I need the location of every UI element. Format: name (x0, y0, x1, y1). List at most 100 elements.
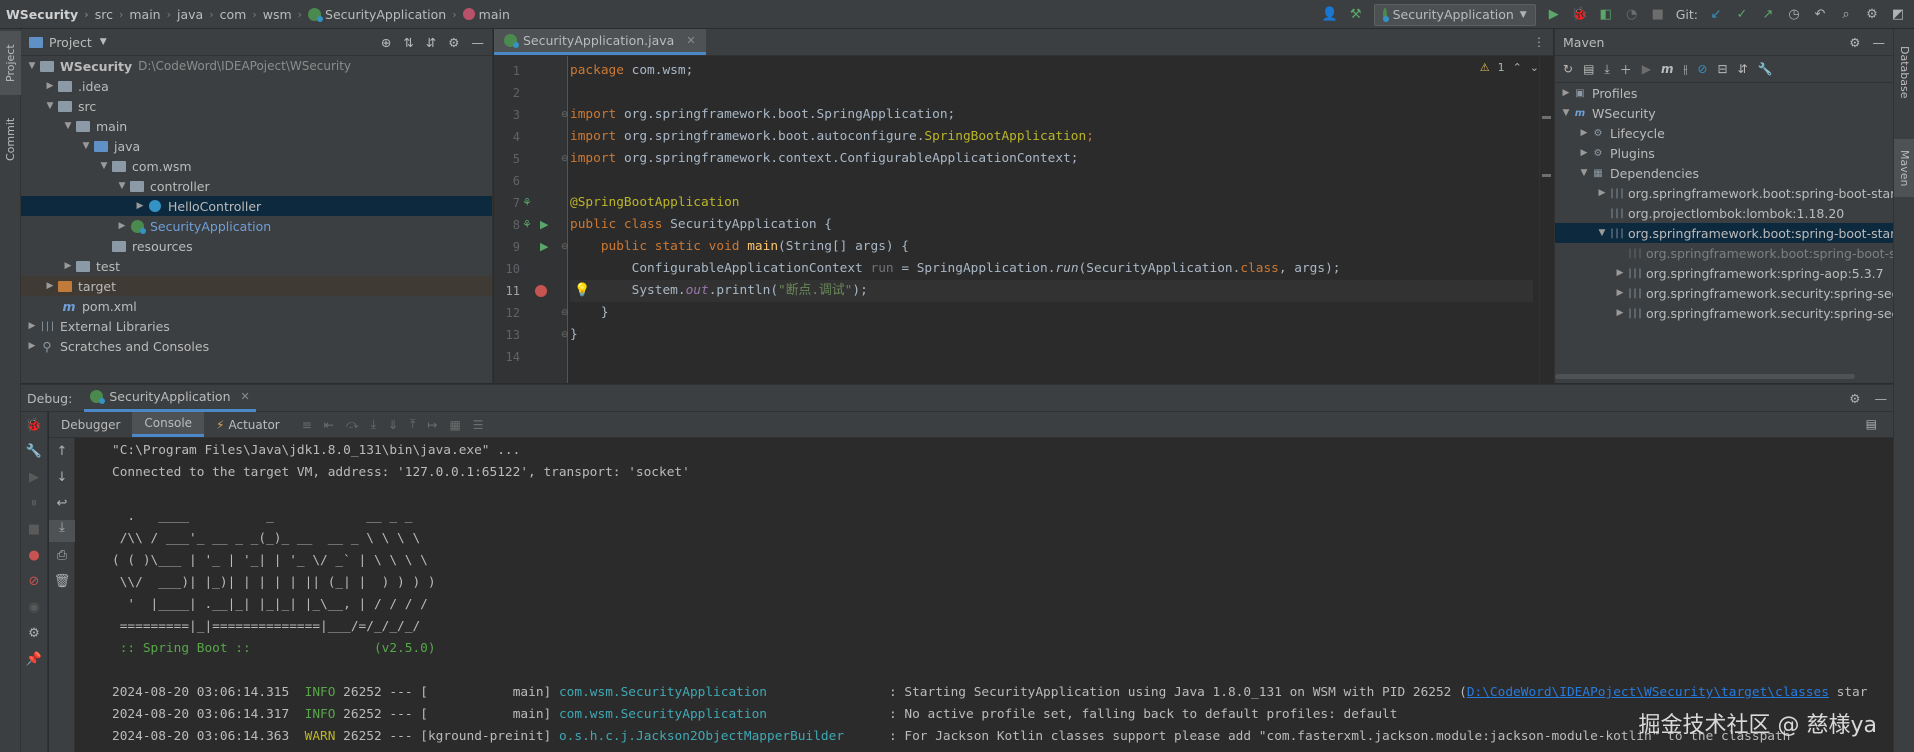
tree-node-hello-controller[interactable]: ▶ HelloController (21, 196, 492, 216)
fold-icon[interactable]: ⊖ (561, 104, 569, 126)
generate-sources-icon[interactable]: ▤ (1583, 62, 1594, 76)
maven-dependency[interactable]: ▶ ||| org.springframework:spring-aop:5.3.7 (1555, 263, 1893, 283)
arrow-up-icon[interactable]: ↑ (49, 444, 75, 459)
run-gutter-icon[interactable]: ▶ (540, 214, 548, 236)
maven-goal-icon[interactable]: m (1661, 62, 1674, 76)
step-over-icon[interactable]: ⤼ (346, 417, 359, 432)
reload-icon[interactable]: ↻ (1563, 62, 1573, 76)
debug-icon[interactable]: 🐞 (1572, 7, 1588, 23)
maven-dependency[interactable]: ▶ ||| org.springframework.security:spring-… (1555, 283, 1893, 303)
tree-node-idea[interactable]: ▶ .idea (21, 76, 492, 96)
hide-icon[interactable]: — (472, 35, 485, 50)
show-execution-point-icon[interactable]: ⇤ (324, 418, 334, 432)
tree-node-external-libraries[interactable]: ▶ ||| External Libraries (21, 316, 492, 336)
evaluate-icon[interactable]: ▦ (449, 418, 460, 432)
locate-icon[interactable]: ⊕ (381, 35, 391, 50)
breakpoint-icon[interactable] (535, 285, 547, 297)
tree-node-project-root[interactable]: ▼ WSecurity D:\CodeWord\IDEAPoject\WSecu… (21, 56, 492, 76)
run-icon[interactable]: ▶ (1642, 62, 1651, 76)
lightbulb-icon[interactable]: 💡 (574, 283, 590, 298)
show-dependencies-icon[interactable]: ⊟ (1717, 62, 1727, 76)
tree-node-src[interactable]: ▼ src (21, 96, 492, 116)
collapse-all-icon[interactable]: ⇵ (1738, 62, 1748, 76)
expand-all-icon[interactable]: ⇅ (403, 35, 413, 50)
maven-node-dependencies[interactable]: ▼ ▦ Dependencies (1555, 163, 1893, 183)
stop-icon[interactable]: ■ (21, 522, 47, 537)
close-icon[interactable]: ✕ (241, 390, 250, 403)
tree-node-test[interactable]: ▶ test (21, 256, 492, 276)
log-link[interactable]: D:\CodeWord\IDEAPoject\WSecurity\target\… (1467, 685, 1829, 700)
fold-icon[interactable]: ⊖ (561, 236, 569, 258)
horizontal-scrollbar[interactable] (1555, 374, 1855, 379)
run-icon[interactable]: ▶ (1546, 7, 1562, 23)
menu-icon[interactable]: ≡ (302, 418, 312, 432)
view-breakpoints-icon[interactable]: ● (21, 548, 47, 563)
hide-icon[interactable]: — (1875, 391, 1888, 406)
resume-icon[interactable]: ▶ (21, 470, 47, 485)
gear-icon[interactable]: ⚙ (1849, 391, 1860, 406)
pin-icon[interactable]: 📌 (21, 652, 47, 667)
project-view-select[interactable]: Project (49, 35, 92, 50)
trace-icon[interactable]: ☰ (473, 418, 484, 432)
debug-session-tab[interactable]: SecurityApplication ✕ (84, 385, 256, 412)
breadcrumb-item-java[interactable]: java › (177, 7, 220, 22)
breadcrumb-item-method[interactable]: main (462, 7, 510, 22)
git-commit-icon[interactable]: ✓ (1734, 7, 1750, 23)
breadcrumb-item-wsm[interactable]: wsm › (263, 7, 308, 22)
mute-breakpoints-icon[interactable]: ⊘ (21, 574, 47, 589)
skip-tests-icon[interactable]: ⊘ (1697, 62, 1707, 76)
run-configuration-select[interactable]: SecurityApplication ▼ (1373, 3, 1536, 26)
force-step-into-icon[interactable]: ⇓ (388, 418, 398, 432)
wrench-icon[interactable]: 🔧 (21, 444, 47, 459)
search-icon[interactable]: ⌕ (1838, 7, 1854, 23)
fold-icon[interactable]: ⊖ (561, 324, 569, 346)
maven-dependency[interactable]: ▶ ||| org.springframework.boot:spring-boot… (1555, 183, 1893, 203)
chevron-down-icon[interactable]: ⌄ (1530, 61, 1539, 74)
maven-dependency[interactable]: ||| org.projectlombok:lombok:1.18.20 (1555, 203, 1893, 223)
settings-icon[interactable]: ⚙ (1864, 7, 1880, 23)
history-icon[interactable]: ◷ (1786, 7, 1802, 23)
git-update-icon[interactable]: ↙ (1708, 7, 1724, 23)
soft-wrap-icon[interactable]: ↩ (49, 496, 75, 511)
chevron-down-icon[interactable]: ▼ (100, 37, 107, 47)
inspection-widget[interactable]: ⚠ 1 ⌃ ⌄ (1480, 61, 1539, 74)
spring-bean-gutter-icon[interactable]: ⚘ (522, 214, 532, 236)
gear-icon[interactable]: ⚙ (1849, 35, 1860, 50)
hide-icon[interactable]: — (1873, 35, 1886, 50)
git-push-icon[interactable]: ↗ (1760, 7, 1776, 23)
maven-tool-tab[interactable]: Maven (1894, 139, 1914, 197)
breadcrumb-item-src[interactable]: src › (95, 7, 130, 22)
trash-icon[interactable]: 🗑 (49, 574, 75, 589)
print-icon[interactable]: ⎙ (49, 548, 75, 563)
tree-node-main[interactable]: ▼ main (21, 116, 492, 136)
tree-node-package-com-wsm[interactable]: ▼ com.wsm (21, 156, 492, 176)
maven-dependency[interactable]: ||| org.springframework.boot:spring-boot-… (1555, 243, 1893, 263)
tab-console[interactable]: Console (132, 412, 205, 437)
maven-node-project[interactable]: ▼ m WSecurity (1555, 103, 1893, 123)
user-icon[interactable]: 👤 (1322, 7, 1338, 23)
commit-tool-tab[interactable]: Commit (0, 109, 21, 169)
step-out-icon[interactable]: ⤒ (410, 417, 415, 432)
arrow-down-icon[interactable]: ↓ (49, 470, 75, 485)
project-tool-tab[interactable]: Project (0, 31, 21, 95)
tree-node-security-application[interactable]: ▶ SecurityApplication (21, 216, 492, 236)
chevron-up-icon[interactable]: ⌃ (1513, 61, 1522, 74)
rerun-icon[interactable]: 🐞 (21, 418, 47, 433)
close-icon[interactable]: ✕ (686, 34, 695, 47)
more-icon[interactable]: ⋮ (1533, 35, 1545, 49)
maven-dependency[interactable]: ▼ ||| org.springframework.boot:spring-boot… (1555, 223, 1893, 243)
add-icon[interactable]: ＋ (1620, 61, 1632, 78)
download-icon[interactable]: ⤓ (1604, 62, 1609, 77)
editor-tab-security-application[interactable]: SecurityApplication.java ✕ (494, 29, 706, 55)
tab-debugger[interactable]: Debugger (49, 412, 132, 437)
tree-node-resources[interactable]: resources (21, 236, 492, 256)
code-area[interactable]: package com.wsm; import org.springframew… (570, 56, 1533, 383)
tab-actuator[interactable]: ⚡ Actuator (204, 412, 292, 437)
gear-icon[interactable]: ⚙ (448, 35, 459, 50)
maven-node-profiles[interactable]: ▶ ▣ Profiles (1555, 83, 1893, 103)
spring-bean-gutter-icon[interactable]: ⚘ (522, 192, 532, 214)
editor-gutter[interactable]: 1 2 3 4 5 6 7 8 9 10 11 12 13 14 ⚘ ⚘ ▶ ▶… (494, 56, 569, 383)
tree-node-java[interactable]: ▼ java (21, 136, 492, 156)
breadcrumb-item-class[interactable]: SecurityApplication › (308, 7, 463, 22)
ide-icon[interactable]: ◩ (1890, 7, 1906, 23)
